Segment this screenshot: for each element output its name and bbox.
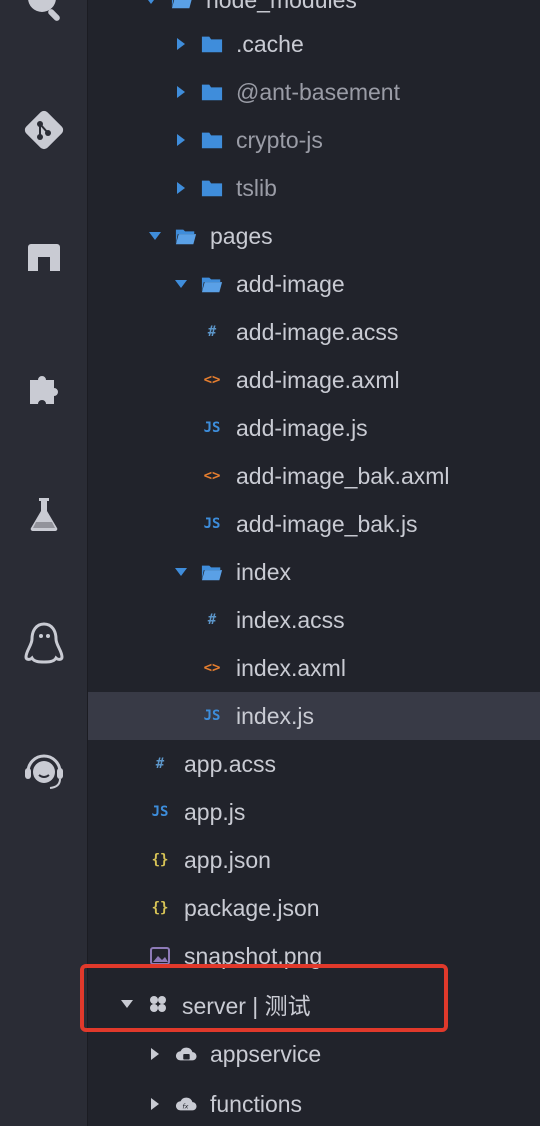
css-hash-icon: # <box>155 756 165 772</box>
tree-label: tslib <box>236 174 277 201</box>
cloud-grid-icon <box>146 980 170 1028</box>
folder-icon <box>200 116 224 164</box>
js-icon: JS <box>203 516 221 532</box>
tree-file-app-acss[interactable]: # app.acss <box>88 740 540 788</box>
js-icon: JS <box>203 708 221 724</box>
tree-folder-functions[interactable]: fx functions <box>88 1080 540 1126</box>
tree-file-add-image-bak-axml[interactable]: <> add-image_bak.axml <box>88 452 540 500</box>
tree-label: add-image.axml <box>236 366 400 393</box>
chevron-down-icon <box>116 980 138 1028</box>
tree-label: pages <box>210 222 273 249</box>
tree-label: .cache <box>236 30 304 57</box>
json-braces-icon: {} <box>151 852 169 868</box>
folder-icon <box>200 68 224 116</box>
flask-icon[interactable] <box>4 482 84 546</box>
chevron-down-icon <box>170 260 192 308</box>
tree-label: node_modules <box>206 0 357 14</box>
tree-folder-server[interactable]: server | 测试 <box>88 980 540 1028</box>
tree-folder-ant-basement[interactable]: @ant-basement <box>88 68 540 116</box>
tree-folder-cache[interactable]: .cache <box>88 20 540 68</box>
tree-file-index-js[interactable]: JS index.js <box>88 692 540 740</box>
tree-label: package.json <box>184 894 320 921</box>
tree-label: add-image.js <box>236 414 368 441</box>
tree-label: crypto-js <box>236 126 323 153</box>
tree-file-index-axml[interactable]: <> index.axml <box>88 644 540 692</box>
chevron-right-icon <box>144 1080 166 1126</box>
tree-file-app-json[interactable]: {} app.json <box>88 836 540 884</box>
xml-brackets-icon: <> <box>203 468 221 484</box>
tree-folder-tslib[interactable]: tslib <box>88 164 540 212</box>
penguin-icon[interactable] <box>4 610 84 674</box>
tree-label: index <box>236 558 291 585</box>
css-hash-icon: # <box>207 612 217 628</box>
tree-label: server | 测试 <box>182 993 311 1019</box>
bookmark-icon[interactable] <box>4 226 84 290</box>
git-icon[interactable] <box>4 98 84 162</box>
tree-file-add-image-axml[interactable]: <> add-image.axml <box>88 356 540 404</box>
tree-folder-crypto-js[interactable]: crypto-js <box>88 116 540 164</box>
tree-label: @ant-basement <box>236 78 400 105</box>
tree-file-add-image-js[interactable]: JS add-image.js <box>88 404 540 452</box>
css-hash-icon: # <box>207 324 217 340</box>
tree-file-add-image-acss[interactable]: # add-image.acss <box>88 308 540 356</box>
svg-text:fx: fx <box>182 1103 188 1111</box>
tree-label: add-image_bak.js <box>236 510 418 537</box>
tree-label: index.axml <box>236 654 346 681</box>
image-icon <box>148 932 172 980</box>
tree-file-package-json[interactable]: {} package.json <box>88 884 540 932</box>
tree-label: app.json <box>184 846 271 873</box>
tree-file-app-js[interactable]: JS app.js <box>88 788 540 836</box>
extensions-icon[interactable] <box>4 354 84 418</box>
folder-icon <box>200 164 224 212</box>
tree-label: add-image.acss <box>236 318 399 345</box>
file-explorer: node_modules .cache @ant-basement crypto… <box>88 0 540 1126</box>
chevron-down-icon <box>170 548 192 596</box>
tree-label: app.acss <box>184 750 277 777</box>
tree-folder-add-image[interactable]: add-image <box>88 260 540 308</box>
xml-brackets-icon: <> <box>203 372 221 388</box>
js-icon: JS <box>151 804 169 820</box>
chevron-right-icon <box>170 20 192 68</box>
tree-label: appservice <box>210 1040 322 1067</box>
tree-file-index-acss[interactable]: # index.acss <box>88 596 540 644</box>
activity-bar <box>0 0 88 1126</box>
chevron-right-icon <box>170 68 192 116</box>
chevron-right-icon <box>170 164 192 212</box>
cloud-server-icon <box>174 1030 198 1078</box>
chevron-right-icon <box>170 116 192 164</box>
tree-folder-pages[interactable]: pages <box>88 212 540 260</box>
js-icon: JS <box>203 420 221 436</box>
tree-label: functions <box>210 1090 303 1117</box>
folder-open-icon <box>174 212 198 260</box>
support-icon[interactable] <box>4 738 84 802</box>
tree-label: add-image_bak.axml <box>236 462 450 489</box>
search-icon[interactable] <box>4 0 84 34</box>
tree-file-snapshot-png[interactable]: snapshot.png <box>88 932 540 980</box>
chevron-down-icon <box>144 212 166 260</box>
cloud-fx-icon: fx <box>174 1080 198 1126</box>
tree-file-add-image-bak-js[interactable]: JS add-image_bak.js <box>88 500 540 548</box>
json-braces-icon: {} <box>151 900 169 916</box>
folder-icon <box>200 20 224 68</box>
tree-folder-index[interactable]: index <box>88 548 540 596</box>
tree-label: index.acss <box>236 606 345 633</box>
folder-open-icon <box>200 260 224 308</box>
tree-folder-appservice[interactable]: appservice <box>88 1030 540 1078</box>
tree-label: snapshot.png <box>184 942 323 969</box>
chevron-right-icon <box>144 1030 166 1078</box>
tree-label: add-image <box>236 270 345 297</box>
folder-open-icon <box>200 548 224 596</box>
tree-label: index.js <box>236 702 314 729</box>
xml-brackets-icon: <> <box>203 660 221 676</box>
tree-label: app.js <box>184 798 246 825</box>
